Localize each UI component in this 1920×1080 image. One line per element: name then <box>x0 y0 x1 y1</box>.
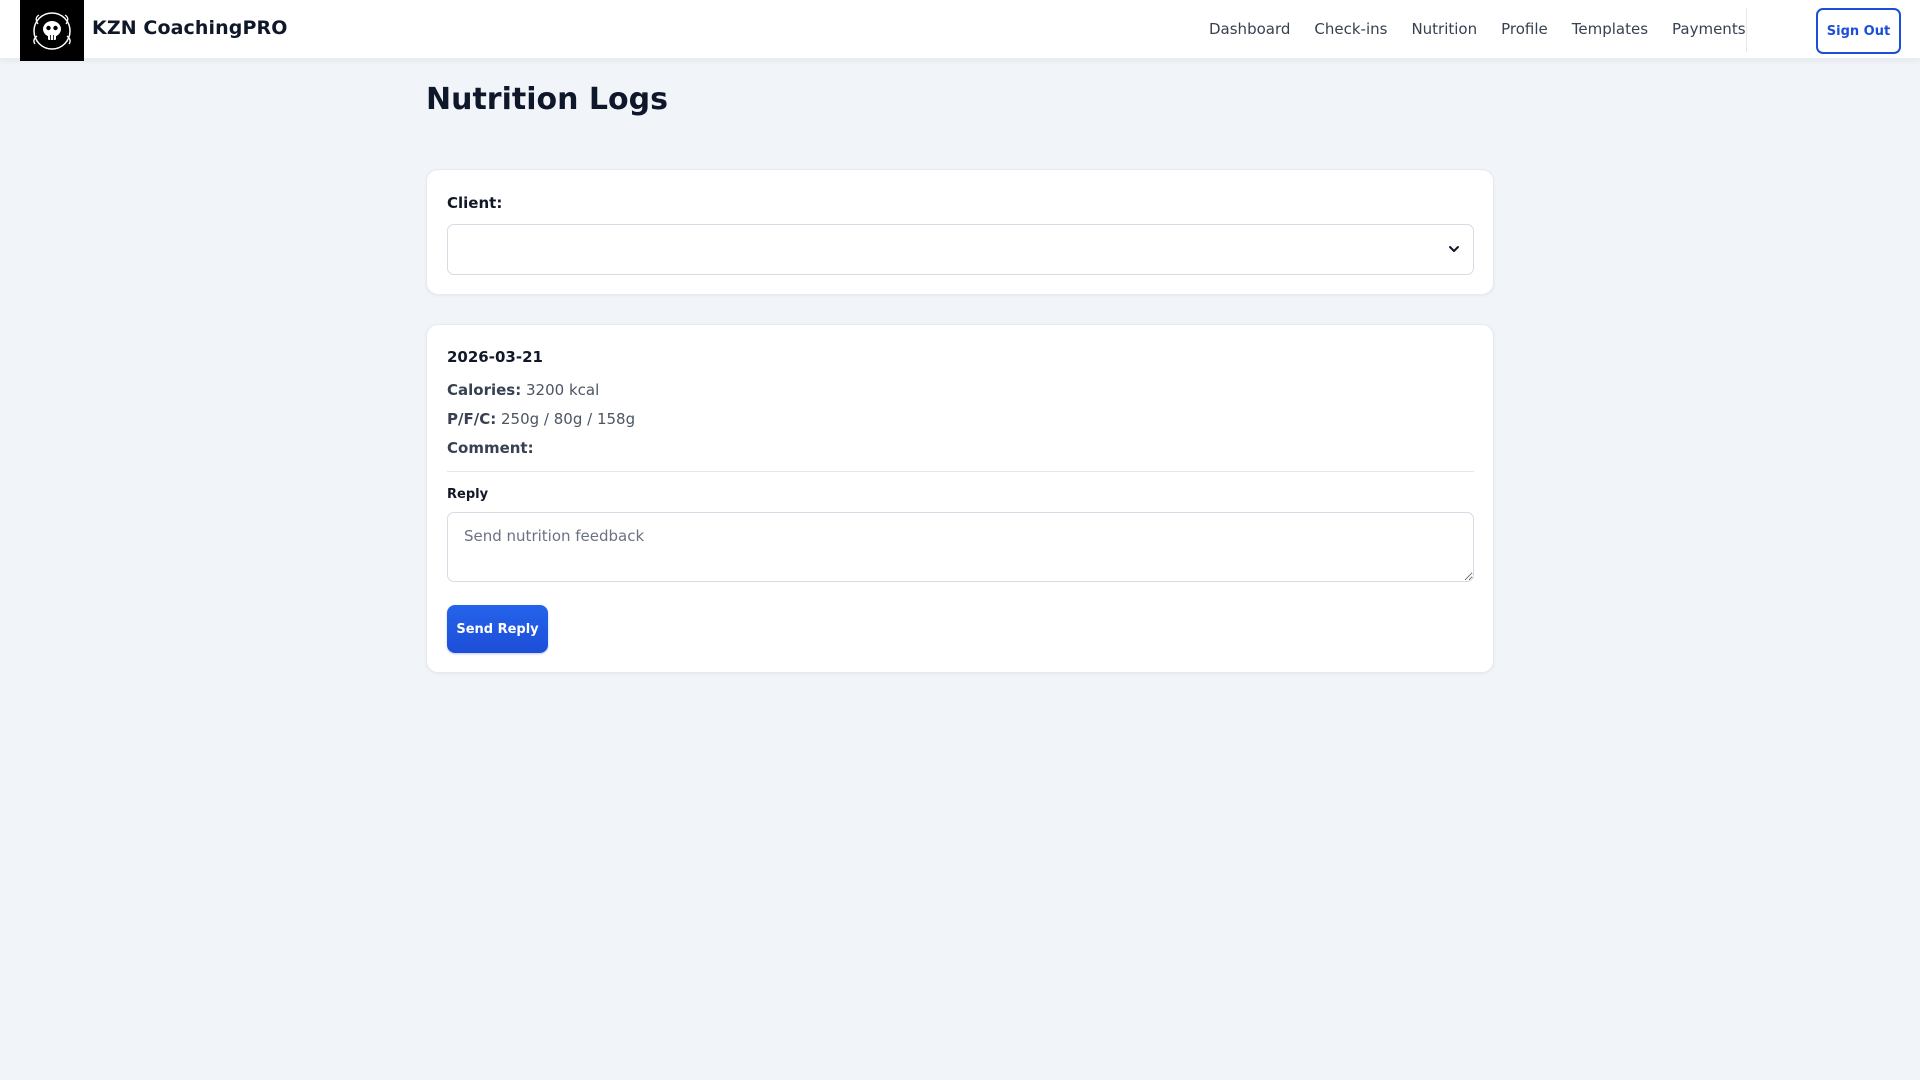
top-navbar: KZN CoachingPRO Dashboard Check-ins Nutr… <box>0 0 1920 61</box>
nav-item-check-ins[interactable]: Check-ins <box>1314 20 1387 38</box>
nav-divider <box>1746 8 1747 52</box>
client-select[interactable] <box>447 224 1474 275</box>
calories-value: 3200 kcal <box>526 381 600 399</box>
comment-label: Comment: <box>447 439 534 457</box>
log-date: 2026-03-21 <box>447 348 543 366</box>
pfc-label: P/F/C: <box>447 410 497 428</box>
calories-label: Calories: <box>447 381 522 399</box>
calories-row: Calories: 3200 kcal <box>447 381 599 399</box>
nav-item-payments[interactable]: Payments <box>1672 20 1745 38</box>
client-filter-card: Client: <box>426 169 1494 295</box>
skull-emblem-icon <box>33 11 71 50</box>
nav-item-dashboard[interactable]: Dashboard <box>1209 20 1290 38</box>
send-reply-button[interactable]: Send Reply <box>447 605 548 653</box>
pfc-row: P/F/C: 250g / 80g / 158g <box>447 410 635 428</box>
page-title: Nutrition Logs <box>426 82 668 117</box>
brand-name[interactable]: KZN CoachingPRO <box>92 17 287 39</box>
chevron-down-icon <box>1449 246 1459 252</box>
nav-item-nutrition[interactable]: Nutrition <box>1411 20 1477 38</box>
nav-item-profile[interactable]: Profile <box>1501 20 1548 38</box>
pfc-value: 250g / 80g / 158g <box>501 410 636 428</box>
sign-out-button[interactable]: Sign Out <box>1816 8 1901 54</box>
nav-item-templates[interactable]: Templates <box>1572 20 1648 38</box>
reply-textarea[interactable] <box>447 512 1474 582</box>
comment-row: Comment: <box>447 439 534 457</box>
client-label: Client: <box>447 194 503 212</box>
nutrition-log-card: 2026-03-21 Calories: 3200 kcal P/F/C: 25… <box>426 324 1494 673</box>
main-nav: Dashboard Check-ins Nutrition Profile Te… <box>1209 20 1746 38</box>
reply-label: Reply <box>447 487 489 502</box>
logo[interactable] <box>20 0 84 61</box>
divider <box>447 471 1474 472</box>
